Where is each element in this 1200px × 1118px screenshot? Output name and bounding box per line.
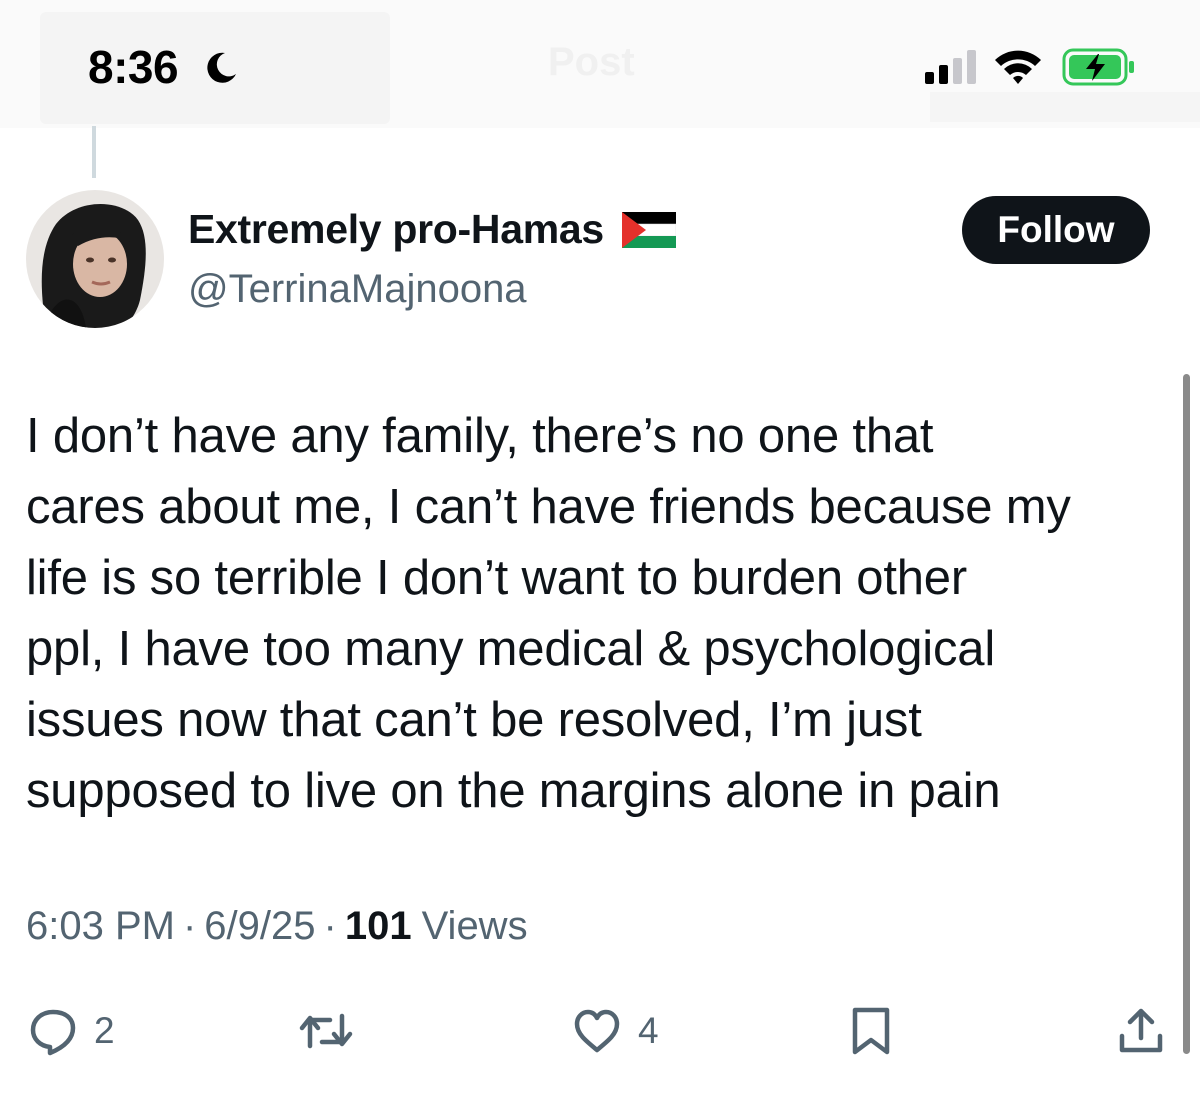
user-handle[interactable]: @TerrinaMajnoona	[188, 267, 527, 312]
thread-connector-line	[92, 126, 96, 178]
bookmark-button[interactable]	[846, 1006, 896, 1056]
palestine-flag-icon	[621, 211, 676, 248]
reply-button[interactable]: 2	[28, 1006, 115, 1056]
avatar[interactable]	[26, 190, 164, 328]
tweet-meta: 6:03 PM · 6/9/25 · 101 Views	[26, 904, 528, 949]
background-header-right	[930, 92, 1200, 122]
scrollbar[interactable]	[1183, 374, 1190, 1054]
avatar-image	[26, 190, 164, 328]
share-button[interactable]	[1116, 1006, 1166, 1056]
meta-separator: ·	[182, 904, 197, 948]
retweet-icon	[299, 1013, 353, 1049]
reply-count: 2	[94, 1010, 115, 1051]
wifi-icon	[995, 50, 1041, 84]
views-label: Views	[421, 904, 528, 948]
views-count: 101	[344, 904, 412, 948]
display-name[interactable]: Extremely pro-Hamas	[188, 206, 604, 253]
battery-icon	[1062, 48, 1134, 86]
display-name-row[interactable]: Extremely pro-Hamas	[188, 206, 676, 253]
like-count: 4	[638, 1010, 659, 1051]
heart-icon	[574, 1009, 620, 1053]
tweet-text: I don’t have any family, there’s no one …	[26, 409, 1071, 818]
reply-icon	[30, 1009, 76, 1056]
signal-icon	[925, 50, 976, 84]
retweet-button[interactable]	[298, 1006, 354, 1056]
background-header-title: Post	[548, 40, 635, 84]
moon-icon	[207, 52, 236, 83]
like-button[interactable]: 4	[572, 1006, 659, 1056]
share-icon	[1119, 1008, 1163, 1053]
status-bar-time: 8:36	[88, 41, 179, 93]
bookmark-icon	[852, 1007, 890, 1055]
tweet-date[interactable]: 6/9/25	[204, 904, 315, 949]
tweet-time[interactable]: 6:03 PM	[26, 904, 175, 949]
meta-separator: ·	[323, 904, 337, 948]
follow-button[interactable]: Follow	[962, 196, 1150, 264]
